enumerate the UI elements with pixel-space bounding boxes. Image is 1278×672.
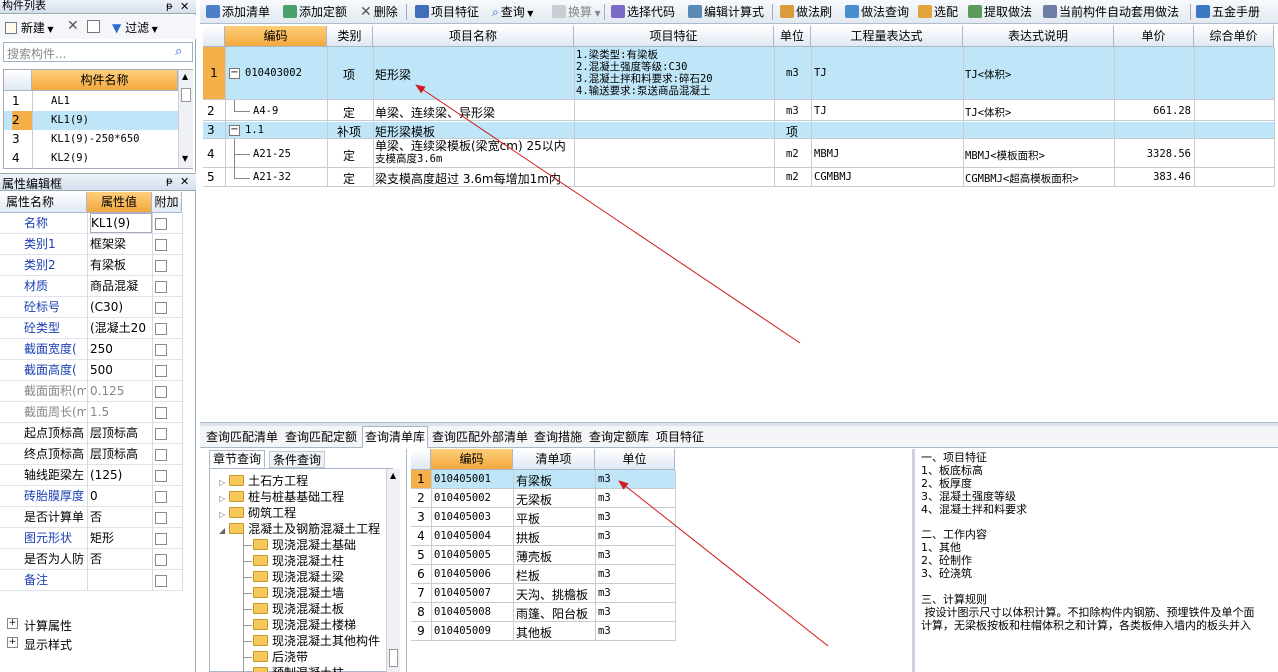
annotation-arrow-to-ribbed-slab <box>618 480 829 647</box>
annotation-arrow-to-rect-beam <box>415 84 801 344</box>
annotation-arrows <box>415 84 829 647</box>
